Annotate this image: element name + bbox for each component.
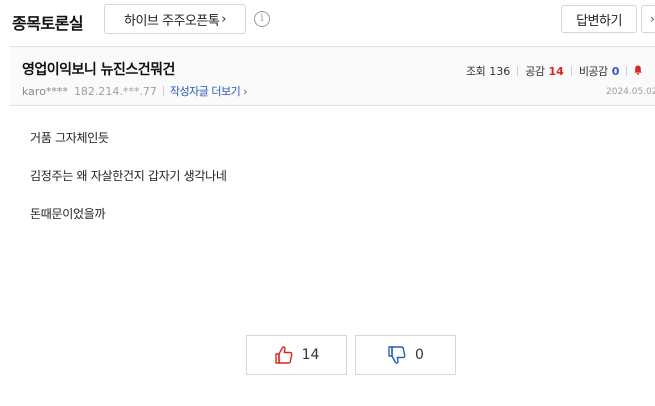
likes-count: 14 <box>548 64 564 78</box>
thumbs-down-icon <box>388 346 406 364</box>
post-stats: 조회 136 공감 14 비공감 0 <box>466 63 643 79</box>
info-icon[interactable]: i <box>254 11 270 27</box>
thumbs-up-icon <box>274 346 293 364</box>
chevron-right-icon: › <box>243 85 248 98</box>
alert-icon[interactable] <box>634 65 643 78</box>
likes-label: 공감 <box>525 65 545 78</box>
post-header: 영업이익보니 뉴진스건뭐건 karo**** 182.214.***.77 작성… <box>10 46 655 106</box>
more-posts-link[interactable]: 작성자글 더보기 › <box>169 83 248 99</box>
body-line: 돈때문이었을까 <box>30 207 106 221</box>
next-post-button[interactable]: › <box>641 5 655 33</box>
like-button[interactable]: 14 <box>246 335 347 375</box>
stock-discussion-page: 종목토론실 하이브 주주오픈톡 › i 답변하기 › 영업이익보니 뉴진스건뭐건… <box>0 0 655 406</box>
post-title: 영업이익보니 뉴진스건뭐건 <box>22 62 175 78</box>
author-ip: 182.214.***.77 <box>73 84 157 98</box>
divider <box>626 66 628 76</box>
author-line: karo**** 182.214.***.77 작성자글 더보기 › <box>22 83 248 99</box>
chevron-right-icon: › <box>221 11 226 27</box>
dislikes-label: 비공감 <box>578 65 608 78</box>
dislike-button[interactable]: 0 <box>355 335 456 375</box>
views-count: 136 <box>489 64 511 78</box>
post-body: 거품 그자체인듯 김정주는 왜 자살한건지 갑자기 생각나네 돈때문이었을까 <box>30 130 227 244</box>
forum-title: 종목토론실 <box>12 14 84 33</box>
alert-bell-shape <box>634 65 643 74</box>
dislikes-count: 0 <box>611 64 620 78</box>
divider <box>570 66 572 76</box>
body-line: 김정주는 왜 자살한건지 갑자기 생각나네 <box>30 169 227 183</box>
views-label: 조회 <box>466 65 486 78</box>
chevron-right-icon: › <box>650 12 655 26</box>
body-line: 거품 그자체인듯 <box>30 131 109 145</box>
more-posts-label: 작성자글 더보기 <box>169 85 241 98</box>
reply-button[interactable]: 답변하기 <box>561 5 637 33</box>
open-chat-button[interactable]: 하이브 주주오픈톡 › <box>104 4 246 34</box>
author-name: karo**** <box>22 84 68 98</box>
dislike-count: 0 <box>415 347 424 363</box>
post-date: 2024.05.02 <box>606 87 655 97</box>
divider <box>162 86 164 96</box>
like-count: 14 <box>301 347 320 363</box>
top-bar: 종목토론실 하이브 주주오픈톡 › i 답변하기 › <box>0 0 655 42</box>
open-chat-label: 하이브 주주오픈톡 <box>123 13 220 29</box>
divider <box>517 66 519 76</box>
